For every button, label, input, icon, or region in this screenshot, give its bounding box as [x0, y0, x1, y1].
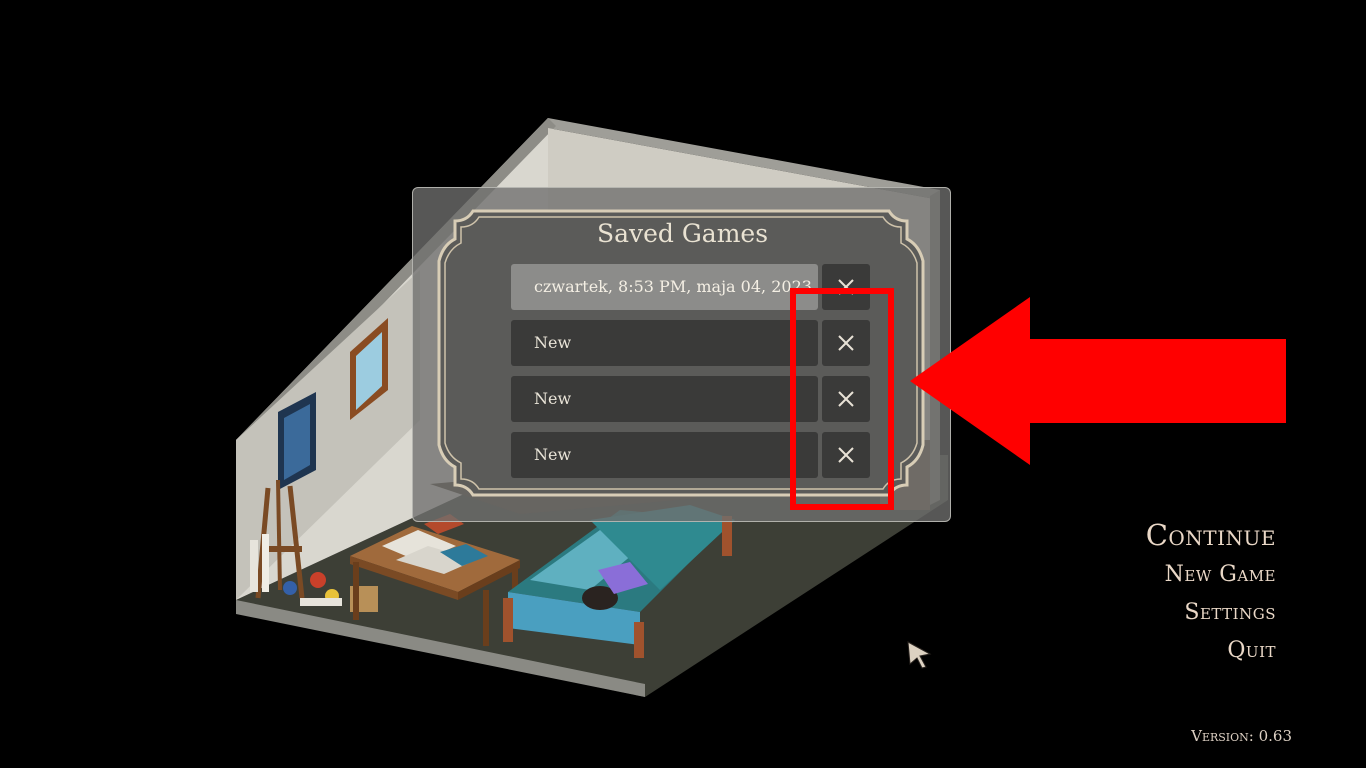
continue-menu-item[interactable]: Continue	[1146, 518, 1276, 552]
save-slot-3[interactable]: New	[511, 376, 818, 422]
version-label: Version: 0.63	[1191, 727, 1292, 745]
save-slot-1[interactable]: czwartek, 8:53 PM, maja 04, 2023	[511, 264, 818, 310]
highlight-box	[790, 288, 894, 510]
save-slot-2[interactable]: New	[511, 320, 818, 366]
red-arrow-annotation	[910, 297, 1286, 465]
quit-menu-item[interactable]: Quit	[1227, 638, 1276, 663]
game-screen: Saved Games czwartek, 8:53 PM, maja 04, …	[0, 0, 1366, 768]
new-game-menu-item[interactable]: New Game	[1165, 562, 1276, 587]
mouse-cursor-icon	[907, 641, 932, 669]
saved-games-title: Saved Games	[596, 219, 769, 248]
settings-menu-item[interactable]: Settings	[1184, 600, 1276, 625]
save-slot-4[interactable]: New	[511, 432, 818, 478]
